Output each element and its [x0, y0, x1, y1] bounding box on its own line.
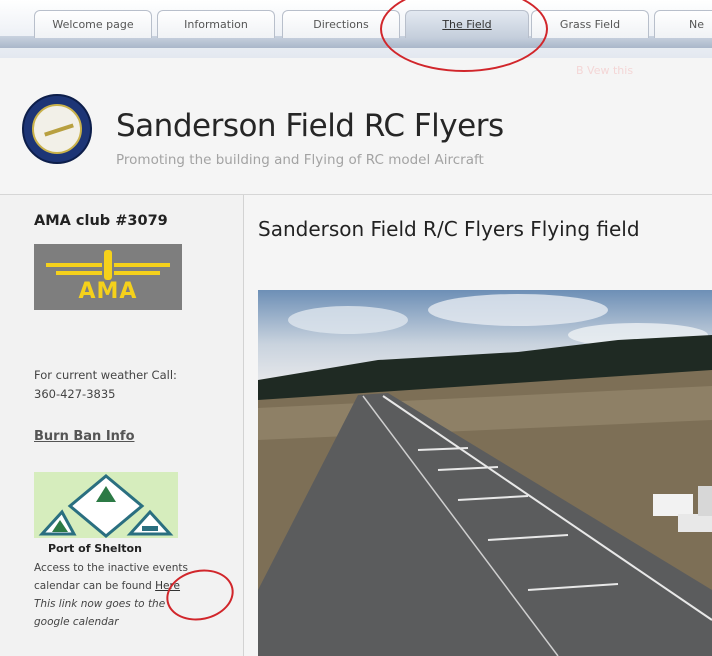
- tab-label: Welcome page: [52, 18, 134, 31]
- calendar-here-link[interactable]: Here: [155, 580, 180, 592]
- weather-label: For current weather Call:: [34, 368, 177, 382]
- tab-directions[interactable]: Directions: [282, 10, 400, 38]
- ama-logo[interactable]: AMA: [34, 244, 182, 310]
- access-note-1: This link now goes to the: [34, 598, 166, 610]
- club-logo: [22, 94, 92, 164]
- weather-info: For current weather Call: 360-427-3835: [34, 366, 177, 404]
- tab-the-field[interactable]: The Field: [405, 10, 529, 38]
- weather-phone: 360-427-3835: [34, 387, 116, 401]
- faint-overlay-text: B Vew this: [576, 64, 634, 77]
- ama-logo-text: AMA: [78, 279, 138, 304]
- field-photo[interactable]: [258, 290, 712, 656]
- tab-label: Ne: [689, 18, 704, 31]
- tab-ne[interactable]: Ne: [654, 10, 712, 38]
- tab-grass-field[interactable]: Grass Field: [531, 10, 649, 38]
- page-title: Sanderson Field R/C Flyers Flying field: [258, 217, 640, 241]
- calendar-access-text: Access to the inactive events calendar c…: [34, 559, 239, 631]
- port-title: Port of Shelton: [48, 542, 142, 555]
- ama-club-number: AMA club #3079: [34, 213, 168, 229]
- tab-label: Grass Field: [559, 18, 621, 31]
- access-line-2: calendar can be found Here: [34, 580, 181, 592]
- burn-ban-link[interactable]: Burn Ban Info: [34, 429, 135, 444]
- tab-welcome-page[interactable]: Welcome page: [34, 10, 152, 38]
- site-title: Sanderson Field RC Flyers: [116, 108, 504, 144]
- access-line-1: Access to the inactive events: [34, 562, 188, 574]
- access-note-2: google calendar: [34, 616, 119, 628]
- port-of-shelton-logo[interactable]: [34, 472, 178, 538]
- site-tagline: Promoting the building and Flying of RC …: [116, 152, 484, 168]
- tab-label: The Field: [442, 18, 492, 31]
- tab-label: Information: [184, 18, 248, 31]
- tab-label: Directions: [313, 18, 369, 31]
- tab-bar: Welcome page Information Directions The …: [0, 0, 712, 58]
- tab-information[interactable]: Information: [157, 10, 275, 38]
